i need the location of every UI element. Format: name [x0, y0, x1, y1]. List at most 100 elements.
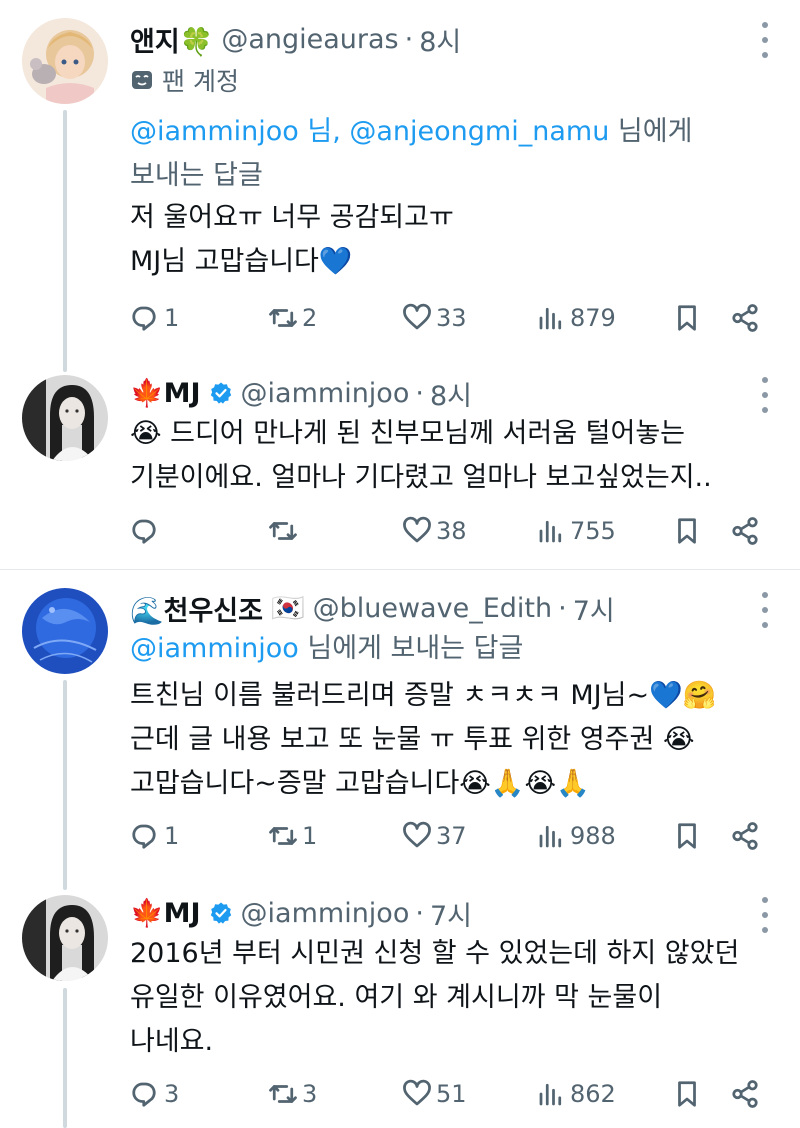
text-line: 2016년 부터 시민권 신청 할 수 있었는데 하지 않았던	[130, 938, 740, 969]
text-line: MJ님 고맙습니다💙	[130, 246, 353, 277]
share-button[interactable]	[730, 1074, 760, 1114]
views-count: 755	[570, 517, 616, 545]
share-button[interactable]	[730, 298, 760, 338]
reply-icon	[132, 824, 156, 849]
user-handle[interactable]: @iamminjoo	[241, 898, 410, 929]
more-icon[interactable]	[760, 22, 770, 58]
views-icon	[539, 307, 562, 330]
repost-button[interactable]	[268, 511, 302, 551]
post-angie[interactable]: 앤지🍀 @angieauras · 8시 팬 계정 @iamminjoo 님, …	[0, 0, 800, 372]
like-icon	[403, 1079, 431, 1106]
text-line: 😭 드디어 만나게 된 친부모님께 서러움 털어놓는	[130, 418, 686, 449]
avatar-mj[interactable]	[22, 375, 108, 461]
post-mj-1[interactable]: 🍁MJ @iamminjoo · 8시 😭 드디어 만나게 된 친부모님께 서러…	[0, 365, 800, 568]
bookmark-button[interactable]	[672, 816, 702, 856]
more-icon[interactable]	[760, 377, 770, 413]
like-icon	[403, 516, 431, 543]
like-count: 51	[436, 1080, 467, 1108]
display-name[interactable]: 앤지🍀	[130, 20, 213, 59]
separator-dot: ·	[404, 23, 414, 55]
post-header: 🍁MJ @iamminjoo · 7시	[130, 893, 472, 933]
like-button[interactable]: 38	[402, 511, 467, 551]
more-icon[interactable]	[760, 592, 770, 628]
display-name[interactable]: 🍁MJ	[130, 377, 201, 409]
views-icon	[539, 825, 562, 848]
views-icon	[539, 520, 562, 543]
repost-button[interactable]: 1	[268, 816, 317, 856]
like-icon	[403, 303, 431, 330]
post-text: 저 울어요ㅠ 너무 공감되고ㅠ MJ님 고맙습니다💙	[130, 196, 770, 284]
reply-mentions[interactable]: @iamminjoo 님, @anjeongmi_namu	[130, 116, 609, 147]
post-time[interactable]: 8시	[419, 20, 461, 59]
share-icon	[732, 822, 758, 850]
post-text: 2016년 부터 시민권 신청 할 수 있었는데 하지 않았던 유일한 이유였어…	[130, 932, 770, 1064]
post-header: 🌊천우신조 🇰🇷 @bluewave_Edith · 7시	[130, 588, 615, 628]
post-time[interactable]: 8시	[430, 374, 472, 413]
views-button[interactable]: 862	[536, 1074, 616, 1114]
reply-button[interactable]: 1	[130, 816, 179, 856]
views-count: 879	[570, 304, 616, 332]
like-icon	[403, 821, 431, 848]
more-icon[interactable]	[760, 897, 770, 933]
views-icon	[539, 1083, 562, 1106]
reply-to-line: @iamminjoo 님에게 보내는 답글	[130, 627, 770, 671]
post-bluewave[interactable]: 🌊천우신조 🇰🇷 @bluewave_Edith · 7시 @iamminjoo…	[0, 570, 800, 890]
share-icon	[732, 517, 758, 545]
reply-icon	[132, 1082, 156, 1107]
share-button[interactable]	[730, 511, 760, 551]
post-header: 🍁MJ @iamminjoo · 8시	[130, 373, 472, 413]
user-handle[interactable]: @iamminjoo	[241, 378, 410, 409]
text-line: 트친님 이름 불러드리며 증말 ㅊㅋㅊㅋ MJ님~💙🤗	[130, 680, 717, 711]
repost-count: 3	[302, 1080, 318, 1108]
display-name[interactable]: 🌊천우신조	[130, 589, 263, 628]
bookmark-icon	[678, 518, 696, 544]
reply-button[interactable]	[130, 511, 164, 551]
text-line: 근데 글 내용 보고 또 눈물 ㅠ 투표 위한 영주권 😭	[130, 724, 695, 755]
display-name[interactable]: 🍁MJ	[130, 897, 201, 929]
separator-dot: ·	[415, 377, 424, 409]
share-button[interactable]	[730, 816, 760, 856]
share-icon	[732, 304, 758, 332]
repost-button[interactable]: 3	[268, 1074, 317, 1114]
reply-count: 1	[164, 304, 180, 332]
bookmark-icon	[678, 305, 696, 331]
repost-icon	[269, 309, 297, 327]
bookmark-button[interactable]	[672, 1074, 702, 1114]
repost-button[interactable]: 2	[268, 298, 317, 338]
views-button[interactable]: 755	[536, 511, 616, 551]
mask-icon	[132, 71, 152, 89]
post-text: 트친님 이름 불러드리며 증말 ㅊㅋㅊㅋ MJ님~💙🤗 근데 글 내용 보고 또…	[130, 674, 770, 806]
separator-dot: ·	[558, 592, 567, 624]
text-line: 기분이에요. 얼마나 기다렸고 얼마나 보고싶었는지..	[130, 462, 712, 493]
post-mj-2[interactable]: 🍁MJ @iamminjoo · 7시 2016년 부터 시민권 신청 할 수 …	[0, 880, 800, 1128]
text-line: 고맙습니다~증말 고맙습니다😭🙏😭🙏	[130, 768, 590, 799]
avatar-mj[interactable]	[22, 895, 108, 981]
reply-count: 3	[164, 1080, 180, 1108]
avatar-angie[interactable]	[22, 18, 108, 104]
thread-line	[63, 988, 67, 1128]
user-handle[interactable]: @angieauras	[221, 24, 398, 55]
reply-button[interactable]: 3	[130, 1074, 179, 1114]
post-time[interactable]: 7시	[430, 894, 472, 933]
post-text: 😭 드디어 만나게 된 친부모님께 서러움 털어놓는 기분이에요. 얼마나 기다…	[130, 412, 770, 500]
post-time[interactable]: 7시	[573, 589, 615, 628]
action-bar: 3 3 51 862	[130, 1074, 770, 1114]
bookmark-button[interactable]	[672, 511, 702, 551]
fan-account-text: 팬 계정	[162, 67, 239, 96]
user-handle[interactable]: @bluewave_Edith	[313, 593, 552, 624]
avatar-bluewave[interactable]	[22, 588, 108, 674]
reply-mentions[interactable]: @iamminjoo	[130, 633, 299, 664]
bookmark-icon	[678, 823, 696, 849]
views-button[interactable]: 988	[536, 816, 616, 856]
like-button[interactable]: 51	[402, 1074, 467, 1114]
reply-to-line: @iamminjoo 님, @anjeongmi_namu 님에게 보내는 답글	[130, 110, 770, 198]
like-button[interactable]: 37	[402, 816, 467, 856]
bookmark-button[interactable]	[672, 298, 702, 338]
reply-button[interactable]: 1	[130, 298, 179, 338]
separator-dot: ·	[415, 897, 424, 929]
verified-icon	[210, 382, 231, 404]
reply-count: 1	[164, 822, 180, 850]
reply-icon	[132, 306, 156, 331]
like-button[interactable]: 33	[402, 298, 467, 338]
views-button[interactable]: 879	[536, 298, 616, 338]
